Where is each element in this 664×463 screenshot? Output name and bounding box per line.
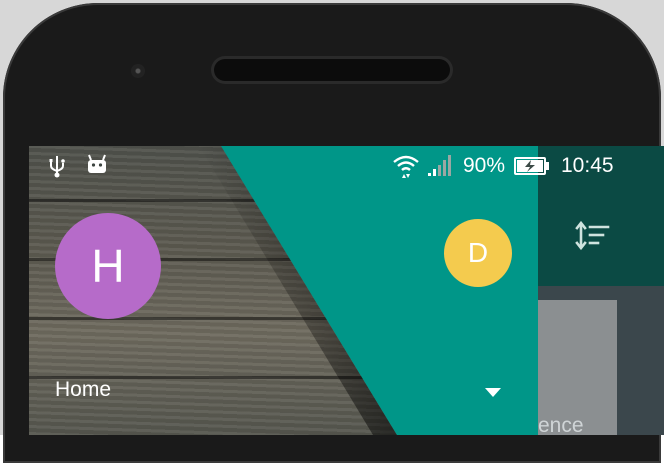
sort-icon[interactable] xyxy=(573,216,613,256)
screen: ence H D Home 90% 10:45 xyxy=(29,146,664,435)
navigation-drawer: H D Home xyxy=(29,146,538,435)
card-text: ence xyxy=(538,414,584,435)
battery-percent: 90% xyxy=(463,154,506,177)
cellular-signal-icon xyxy=(428,155,451,176)
status-bar: 90% 10:45 xyxy=(29,146,664,186)
phone-frame: ence H D Home 90% 10:45 xyxy=(0,0,664,463)
account-name: Home xyxy=(55,378,112,401)
front-camera xyxy=(131,64,145,78)
battery-charging-icon xyxy=(514,157,549,175)
clock: 10:45 xyxy=(561,154,614,177)
android-debug-icon xyxy=(88,154,106,173)
other-account-initial: D xyxy=(467,237,489,268)
other-account-avatar[interactable]: D xyxy=(444,219,512,287)
usb-icon xyxy=(49,156,65,178)
current-account-avatar[interactable]: H xyxy=(55,213,161,319)
current-account-initial: H xyxy=(91,240,125,292)
wifi-icon xyxy=(393,155,419,178)
earpiece-speaker xyxy=(214,59,450,81)
account-dropdown-arrow-icon[interactable] xyxy=(483,386,503,400)
